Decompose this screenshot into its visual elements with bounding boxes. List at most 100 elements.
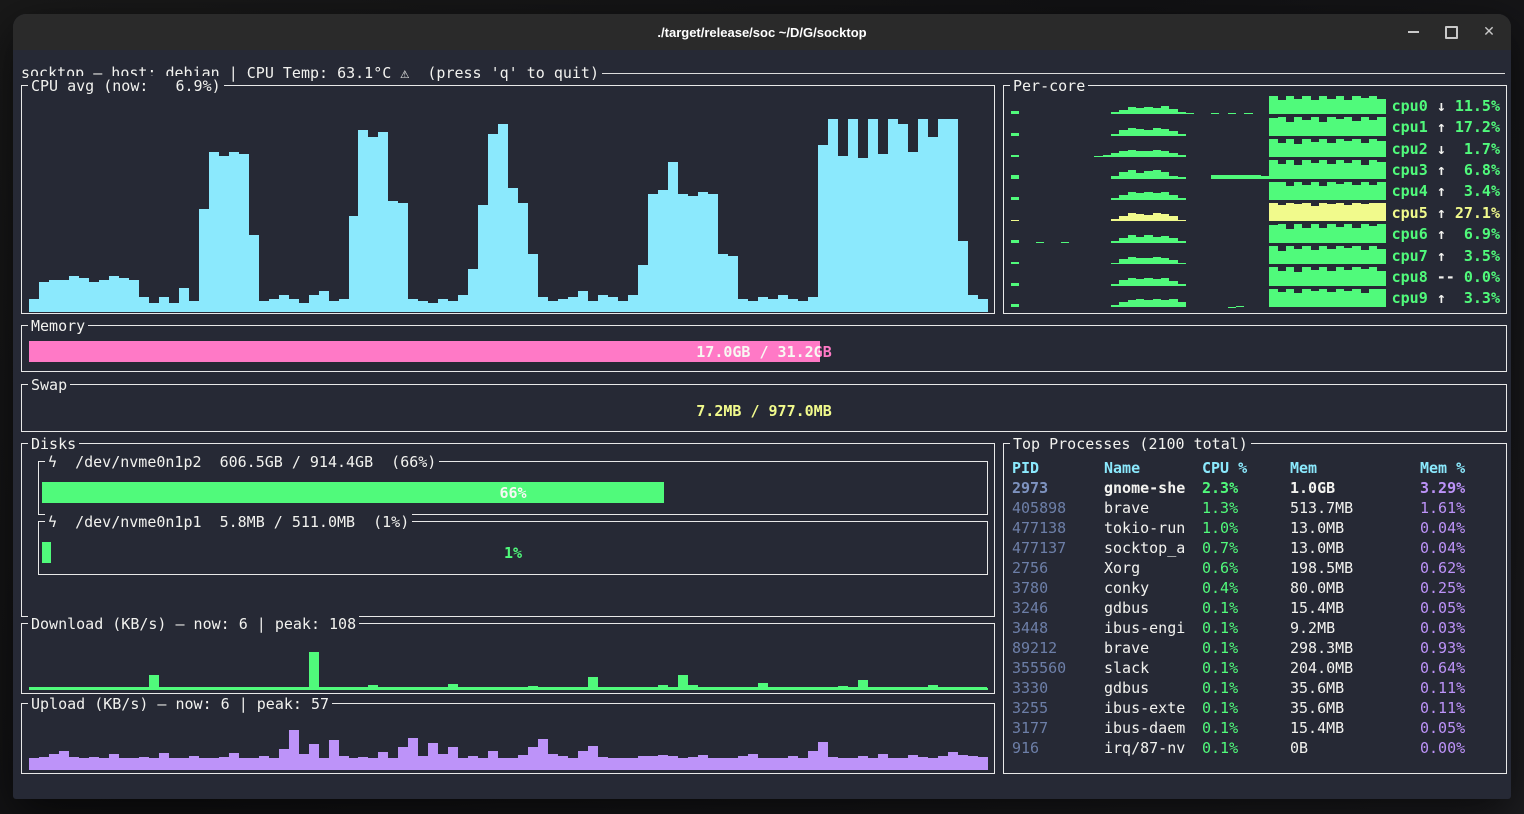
core-label: cpu2 ↓ 1.7%	[1386, 138, 1500, 159]
disks-title: Disks	[28, 434, 79, 454]
download-panel: Download (KB/s) — now: 6 | peak: 108	[21, 623, 995, 694]
process-row: 916irq/87-nv0.1%0B0.00%	[1012, 738, 1500, 758]
memory-panel: Memory 17.0GB / 31.2GB17.0GB / 31.2GB	[21, 325, 1507, 372]
minimize-button[interactable]	[1405, 24, 1421, 40]
close-button[interactable]: ✕	[1481, 24, 1497, 40]
core-sparkline	[1011, 202, 1386, 223]
disk-icon: ϟ	[48, 453, 57, 471]
core-label: cpu6 ↑ 6.9%	[1386, 223, 1500, 244]
trend-up-icon: ↑	[1437, 181, 1446, 201]
disk1-title-text: /dev/nvme0n1p2 606.5GB / 914.4GB (66%)	[75, 453, 436, 471]
core-label: cpu0 ↓ 11.5%	[1386, 95, 1500, 116]
core-label: cpu3 ↑ 6.8%	[1386, 159, 1500, 180]
core-sparkline	[1011, 138, 1386, 159]
core-label: cpu5 ↑ 27.1%	[1386, 202, 1500, 223]
core-row-cpu8: cpu8 -- 0.0%	[1011, 266, 1500, 287]
core-sparkline	[1011, 288, 1386, 309]
terminal-window: ./target/release/soc ~/D/G/socktop ✕ soc…	[13, 14, 1511, 799]
download-baseline	[29, 687, 987, 690]
download-chart	[29, 636, 988, 690]
minimize-icon	[1408, 31, 1419, 33]
core-sparkline	[1011, 181, 1386, 202]
core-row-cpu4: cpu4 ↑ 3.4%	[1011, 181, 1500, 202]
trend-up-icon: ↑	[1437, 246, 1446, 266]
process-row: 89212brave0.1%298.3MB0.93%	[1012, 638, 1500, 658]
process-row: 3246gdbus0.1%15.4MB0.05%	[1012, 598, 1500, 618]
core-row-cpu0: cpu0 ↓ 11.5%	[1011, 95, 1500, 116]
percore-rows: cpu0 ↓ 11.5%cpu1 ↑ 17.2%cpu2 ↓ 1.7%cpu3 …	[1011, 95, 1500, 309]
process-row: 3448ibus-engi0.1%9.2MB0.03%	[1012, 618, 1500, 638]
core-sparkline	[1011, 116, 1386, 137]
cpu-avg-panel: CPU avg (now: 6.9%)	[21, 85, 995, 314]
header-rule	[602, 73, 1505, 74]
core-row-cpu5: cpu5 ↑ 27.1%	[1011, 202, 1500, 223]
app-header: socktop — host: debian | CPU Temp: 63.1°…	[21, 63, 1505, 83]
process-row: 3255ibus-exte0.1%35.6MB0.11%	[1012, 698, 1500, 718]
disk1-gauge: 66%66%	[42, 482, 984, 503]
disk2-title: ϟ /dev/nvme0n1p1 5.8MB / 511.0MB (1%)	[45, 512, 412, 532]
upload-title: Upload (KB/s) — now: 6 | peak: 57	[28, 694, 332, 714]
upload-chart	[29, 716, 988, 770]
process-row: 477138tokio-run1.0%13.0MB0.04%	[1012, 518, 1500, 538]
window-titlebar[interactable]: ./target/release/soc ~/D/G/socktop ✕	[13, 14, 1511, 50]
disk2-title-text: /dev/nvme0n1p1 5.8MB / 511.0MB (1%)	[75, 513, 409, 531]
maximize-button[interactable]	[1443, 24, 1459, 40]
terminal-content: socktop — host: debian | CPU Temp: 63.1°…	[13, 50, 1511, 799]
disk-panel-nvme0n1p2: ϟ /dev/nvme0n1p2 606.5GB / 914.4GB (66%)…	[38, 461, 988, 515]
process-table-header: PIDNameCPU %MemMem %	[1012, 458, 1500, 478]
maximize-icon	[1445, 26, 1458, 39]
window-title: ./target/release/soc ~/D/G/socktop	[657, 25, 866, 40]
process-row: 3177ibus-daem0.1%15.4MB0.05%	[1012, 718, 1500, 738]
process-row: 3330gdbus0.1%35.6MB0.11%	[1012, 678, 1500, 698]
cpu-avg-chart	[29, 98, 988, 312]
processes-title: Top Processes (2100 total)	[1010, 434, 1251, 454]
core-row-cpu7: cpu7 ↑ 3.5%	[1011, 245, 1500, 266]
core-row-cpu9: cpu9 ↑ 3.3%	[1011, 288, 1500, 309]
trend-up-icon: ↑	[1437, 224, 1446, 244]
processes-panel: Top Processes (2100 total) PIDNameCPU %M…	[1003, 443, 1507, 774]
trend-up-icon: ↑	[1437, 203, 1446, 223]
trend-down-icon: ↓	[1437, 139, 1446, 159]
process-row: 405898brave1.3%513.7MB1.61%	[1012, 498, 1500, 518]
percore-panel: Per-core cpu0 ↓ 11.5%cpu1 ↑ 17.2%cpu2 ↓ …	[1003, 85, 1507, 314]
process-row: 3780conky0.4%80.0MB0.25%	[1012, 578, 1500, 598]
core-row-cpu6: cpu6 ↑ 6.9%	[1011, 223, 1500, 244]
warning-icon: ⚠	[400, 63, 409, 83]
core-row-cpu1: cpu1 ↑ 17.2%	[1011, 116, 1500, 137]
memory-title: Memory	[28, 316, 88, 336]
core-sparkline	[1011, 223, 1386, 244]
core-label: cpu9 ↑ 3.3%	[1386, 288, 1500, 309]
disk2-gauge: 1%1%	[42, 542, 984, 563]
core-sparkline	[1011, 159, 1386, 180]
core-label: cpu4 ↑ 3.4%	[1386, 181, 1500, 202]
swap-gauge: 7.2MB / 977.0MB	[29, 400, 1499, 421]
header-text-right: (press 'q' to quit)	[409, 63, 599, 83]
swap-title: Swap	[28, 375, 70, 395]
window-controls: ✕	[1405, 14, 1497, 50]
close-icon: ✕	[1483, 25, 1495, 39]
trend-up-icon: ↑	[1437, 288, 1446, 308]
process-row: 2973gnome-she2.3%1.0GB3.29%	[1012, 478, 1500, 498]
disk-panel-nvme0n1p1: ϟ /dev/nvme0n1p1 5.8MB / 511.0MB (1%) 1%…	[38, 521, 988, 575]
trend-flat-icon: --	[1437, 267, 1455, 287]
core-label: cpu1 ↑ 17.2%	[1386, 116, 1500, 137]
percore-title: Per-core	[1010, 76, 1088, 96]
trend-up-icon: ↑	[1437, 117, 1446, 137]
desktop: ./target/release/soc ~/D/G/socktop ✕ soc…	[0, 0, 1524, 814]
upload-panel: Upload (KB/s) — now: 6 | peak: 57	[21, 703, 995, 774]
trend-down-icon: ↓	[1437, 96, 1446, 116]
swap-panel: Swap 7.2MB / 977.0MB	[21, 384, 1507, 432]
trend-up-icon: ↑	[1437, 160, 1446, 180]
process-row: 2756Xorg0.6%198.5MB0.62%	[1012, 558, 1500, 578]
download-title: Download (KB/s) — now: 6 | peak: 108	[28, 614, 359, 634]
process-row: 355560slack0.1%204.0MB0.64%	[1012, 658, 1500, 678]
core-row-cpu2: cpu2 ↓ 1.7%	[1011, 138, 1500, 159]
process-table: PIDNameCPU %MemMem %2973gnome-she2.3%1.0…	[1012, 458, 1500, 758]
disk-icon: ϟ	[48, 513, 57, 531]
core-label: cpu7 ↑ 3.5%	[1386, 245, 1500, 266]
core-sparkline	[1011, 95, 1386, 116]
process-row: 477137socktop_a0.7%13.0MB0.04%	[1012, 538, 1500, 558]
disks-panel: Disks ϟ /dev/nvme0n1p2 606.5GB / 914.4GB…	[21, 443, 995, 617]
core-sparkline	[1011, 266, 1386, 287]
disk1-title: ϟ /dev/nvme0n1p2 606.5GB / 914.4GB (66%)	[45, 452, 439, 472]
